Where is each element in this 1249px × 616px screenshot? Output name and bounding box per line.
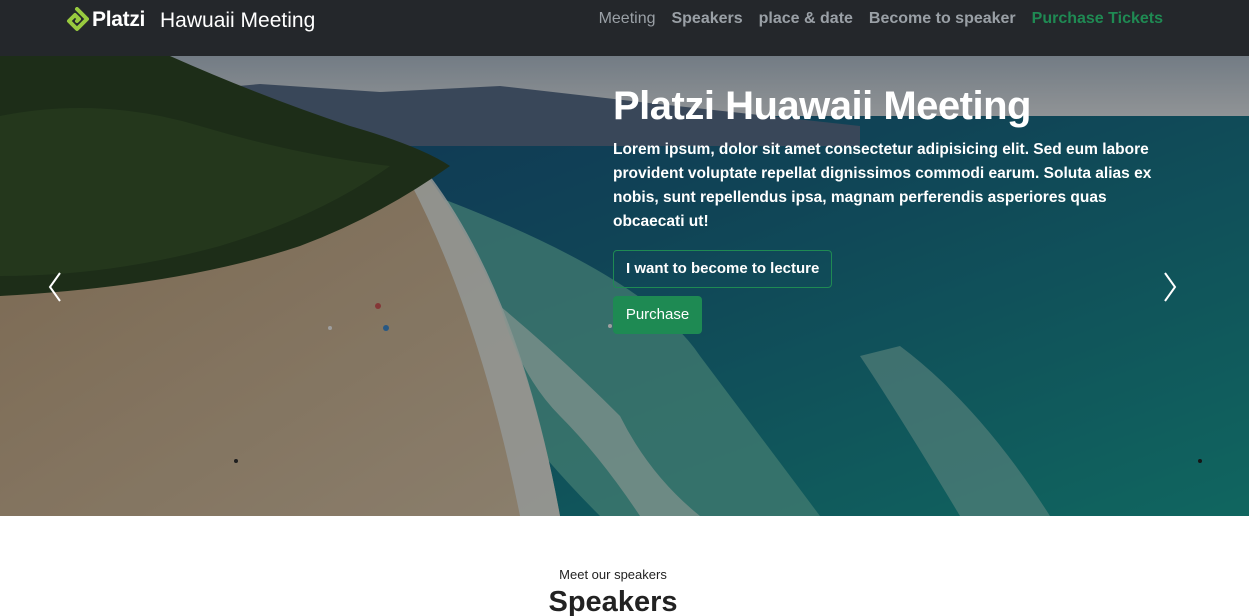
brand[interactable]: Platzi <box>65 7 145 33</box>
hero-caption: Platzi Huawaii Meeting Lorem ipsum, dolo… <box>613 82 1173 334</box>
speakers-heading: Speakers <box>548 586 678 616</box>
nav-link-become-speaker[interactable]: Become to speaker <box>869 10 1016 28</box>
top-navbar: Platzi Hawuaii Meeting Meeting Speakers … <box>0 0 1249 56</box>
platzi-logo-icon <box>67 7 89 31</box>
speakers-kicker: Meet our speakers <box>559 567 667 582</box>
nav-links: Meeting Speakers place & date Become to … <box>599 10 1163 28</box>
purchase-button[interactable]: Purchase <box>613 296 702 334</box>
nav-link-purchase-tickets[interactable]: Purchase Tickets <box>1032 10 1163 28</box>
chevron-left-icon <box>48 272 61 302</box>
logo-text: Platzi <box>92 8 146 31</box>
hero-carousel: Platzi Huawaii Meeting Lorem ipsum, dolo… <box>0 56 1249 516</box>
nav-link-meeting[interactable]: Meeting <box>599 10 656 28</box>
nav-link-place-date[interactable]: place & date <box>759 10 853 28</box>
site-title[interactable]: Hawuaii Meeting <box>160 9 315 33</box>
hero-title: Platzi Huawaii Meeting <box>613 84 1031 128</box>
hero-description: Lorem ipsum, dolor sit amet consectetur … <box>613 141 1152 230</box>
become-lecturer-button[interactable]: I want to become to lecture <box>613 250 833 288</box>
nav-link-speakers[interactable]: Speakers <box>671 10 742 28</box>
speakers-section: Meet our speakers Speakers <box>0 516 1249 616</box>
carousel-prev-button[interactable] <box>44 269 68 305</box>
